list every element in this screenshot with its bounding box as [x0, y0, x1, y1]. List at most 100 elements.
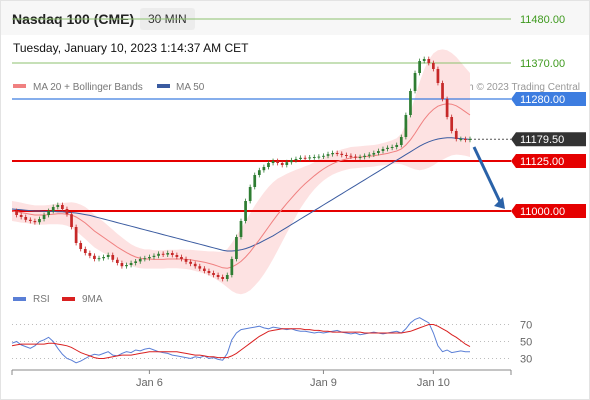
candle-body — [115, 259, 119, 263]
candle-body — [468, 139, 472, 140]
candle-body — [47, 211, 51, 215]
support-label-4: 11125.00 — [520, 156, 564, 168]
price-candle — [257, 167, 261, 178]
candle-body — [358, 157, 362, 158]
candle-body — [70, 214, 73, 227]
legend-ma50-swatch — [157, 84, 170, 88]
candle-body — [354, 156, 357, 158]
candle-body — [120, 263, 124, 267]
time-tick-label: Jan 9 — [310, 377, 337, 389]
price-candle — [93, 253, 96, 262]
candle-body — [97, 258, 101, 260]
candle-body — [166, 253, 170, 255]
candle-body — [161, 253, 165, 255]
candle-body — [148, 257, 151, 259]
legend-rsi-ma-label: 9MA — [82, 294, 103, 305]
chart-canvas: MA 20 + Bollinger Bands MA 50 Research © 2… — [11, 14, 586, 389]
candle-body — [157, 253, 160, 256]
candle-body — [390, 147, 394, 148]
candle-body — [221, 277, 225, 279]
candle-body — [207, 271, 211, 273]
candle-body — [441, 83, 444, 99]
candle-body — [65, 209, 69, 215]
candle-body — [299, 157, 302, 159]
forecast-arrow-shaft — [472, 146, 503, 205]
candle-body — [129, 263, 133, 265]
candle-body — [51, 207, 55, 211]
candle-body — [189, 261, 192, 264]
price-candle — [230, 256, 234, 278]
candle-body — [56, 205, 60, 207]
price-candle — [79, 240, 83, 252]
candle-body — [180, 257, 183, 259]
time-tick-label: Jan 6 — [136, 377, 163, 389]
price-candle — [303, 155, 307, 161]
candle-body — [349, 155, 353, 157]
candle-body — [413, 73, 417, 91]
candle-body — [102, 257, 105, 259]
resistance-label-0: 11480.00 — [520, 14, 565, 26]
price-candle — [239, 218, 243, 240]
price-candle — [436, 66, 440, 86]
candle-body — [152, 255, 156, 257]
candle-body — [111, 255, 115, 260]
candle-body — [308, 157, 312, 159]
candle-body — [216, 275, 220, 277]
candle-body — [331, 153, 334, 155]
candle-body — [125, 265, 128, 267]
candle-body — [404, 115, 408, 137]
price-candle — [74, 224, 78, 246]
price-candle — [83, 246, 87, 256]
rsi-tick-label: 70 — [520, 320, 532, 332]
candle-body — [459, 139, 463, 140]
candle-body — [344, 155, 348, 156]
candle-body — [170, 253, 174, 255]
candle-body — [431, 63, 435, 69]
candle-body — [248, 187, 252, 201]
candle-body — [399, 137, 403, 145]
candle-body — [74, 227, 78, 243]
candle-body — [340, 153, 344, 155]
candle-body — [230, 259, 234, 275]
price-candle — [290, 157, 293, 165]
candle-body — [244, 201, 247, 221]
price-candle — [262, 164, 266, 173]
price-candle — [235, 234, 238, 262]
price-candle — [253, 172, 257, 190]
candle-body — [276, 161, 280, 163]
candle-body — [290, 160, 293, 163]
candle-body — [445, 99, 449, 117]
candle-body — [253, 175, 257, 187]
candle-body — [193, 263, 197, 267]
last-price-label: 11179.50 — [520, 134, 564, 146]
candle-body — [24, 217, 28, 220]
price-candle — [276, 158, 280, 166]
rsi-tick-label: 50 — [520, 337, 532, 349]
candle-body — [372, 153, 376, 155]
candle-body — [257, 170, 261, 175]
candle-body — [33, 221, 37, 223]
price-candle — [413, 70, 417, 94]
candle-body — [88, 253, 92, 256]
candle-body — [202, 268, 206, 271]
price-candle — [404, 112, 408, 140]
candle-body — [418, 61, 421, 73]
candle-body — [262, 167, 266, 171]
candle-body — [79, 243, 83, 249]
candle-body — [335, 153, 339, 154]
candle-body — [134, 261, 138, 263]
candle-body — [326, 154, 330, 156]
candle-body — [93, 255, 96, 259]
candle-body — [138, 259, 142, 262]
price-candle — [271, 158, 275, 166]
candle-body — [303, 157, 307, 159]
legend-ma20-label: MA 20 + Bollinger Bands — [33, 82, 143, 93]
candle-body — [42, 215, 46, 219]
candle-body — [294, 159, 298, 161]
candle-body — [363, 155, 367, 157]
candle-body — [19, 215, 23, 217]
candle-body — [143, 258, 147, 260]
candle-body — [280, 163, 284, 165]
candle-body — [83, 249, 87, 253]
support-label-5: 11000.00 — [520, 206, 565, 218]
